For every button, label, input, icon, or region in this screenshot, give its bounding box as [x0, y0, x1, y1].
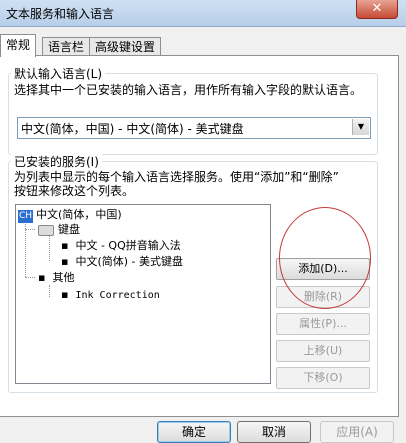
default-language-group-label: 默认输入语言(L)	[11, 65, 106, 82]
tree-line	[49, 235, 50, 261]
tree-node-other[interactable]: ▪ 其他	[38, 271, 74, 285]
title-bar: 文本服务和输入语言 ✕	[0, 0, 406, 27]
tree-line	[25, 277, 35, 278]
tab-general[interactable]: 常规	[0, 34, 37, 57]
tree-item-ink-correction[interactable]: ▪ Ink Correction	[61, 288, 160, 303]
tree-item-label: 中文 - QQ拼音输入法	[75, 239, 181, 252]
bullet-icon: ▪	[38, 271, 46, 284]
language-badge-icon: CH	[18, 210, 34, 223]
tree-item-qq-pinyin[interactable]: ▪ 中文 - QQ拼音输入法	[61, 239, 181, 253]
highlight-circle	[279, 207, 371, 309]
default-language-select[interactable]: 中文(简体，中国) - 中文(简体) - 美式键盘 ▼	[17, 117, 371, 139]
move-up-button[interactable]: 上移(U)	[276, 340, 370, 362]
properties-button[interactable]: 属性(P)...	[276, 313, 370, 335]
tree-node-keyboard[interactable]: 键盘	[38, 223, 80, 237]
tree-line	[49, 285, 50, 297]
tab-advanced-key-settings[interactable]: 高级键设置	[89, 37, 162, 56]
default-language-value: 中文(简体，中国) - 中文(简体) - 美式键盘	[21, 122, 244, 136]
tree-node-keyboard-label: 键盘	[58, 223, 80, 236]
tree-node-other-label: 其他	[52, 271, 75, 284]
tree-item-label: Ink Correction	[75, 290, 160, 301]
close-button[interactable]: ✕	[356, 0, 398, 19]
window-title: 文本服务和输入语言	[6, 7, 115, 21]
installed-services-group-label: 已安装的服务(I)	[11, 153, 102, 170]
bullet-icon: ▪	[61, 255, 69, 268]
services-tree[interactable]: CH 中文(简体，中国) 键盘 ▪ 中文 - QQ拼音输入法 ▪ 中文(简体) -…	[15, 204, 271, 384]
bullet-icon: ▪	[61, 288, 69, 301]
tab-language-bar[interactable]: 语言栏	[42, 37, 91, 56]
tree-item-label: 中文(简体) - 美式键盘	[75, 255, 184, 268]
default-language-description: 选择其中一个已安装的输入语言，用作所有输入字段的默认语言。	[14, 83, 363, 97]
bullet-icon: ▪	[61, 239, 69, 252]
keyboard-icon	[38, 224, 54, 236]
installed-services-description-line2: 按钮来修改这个列表。	[14, 184, 135, 198]
chevron-down-icon[interactable]: ▼	[352, 119, 369, 135]
tree-node-language-label: 中文(简体，中国)	[36, 208, 122, 221]
tree-line	[25, 229, 35, 230]
tree-item-us-keyboard[interactable]: ▪ 中文(简体) - 美式键盘	[61, 255, 183, 269]
tree-node-language[interactable]: CH 中文(简体，中国)	[18, 208, 122, 223]
move-down-button[interactable]: 下移(O)	[276, 367, 370, 389]
